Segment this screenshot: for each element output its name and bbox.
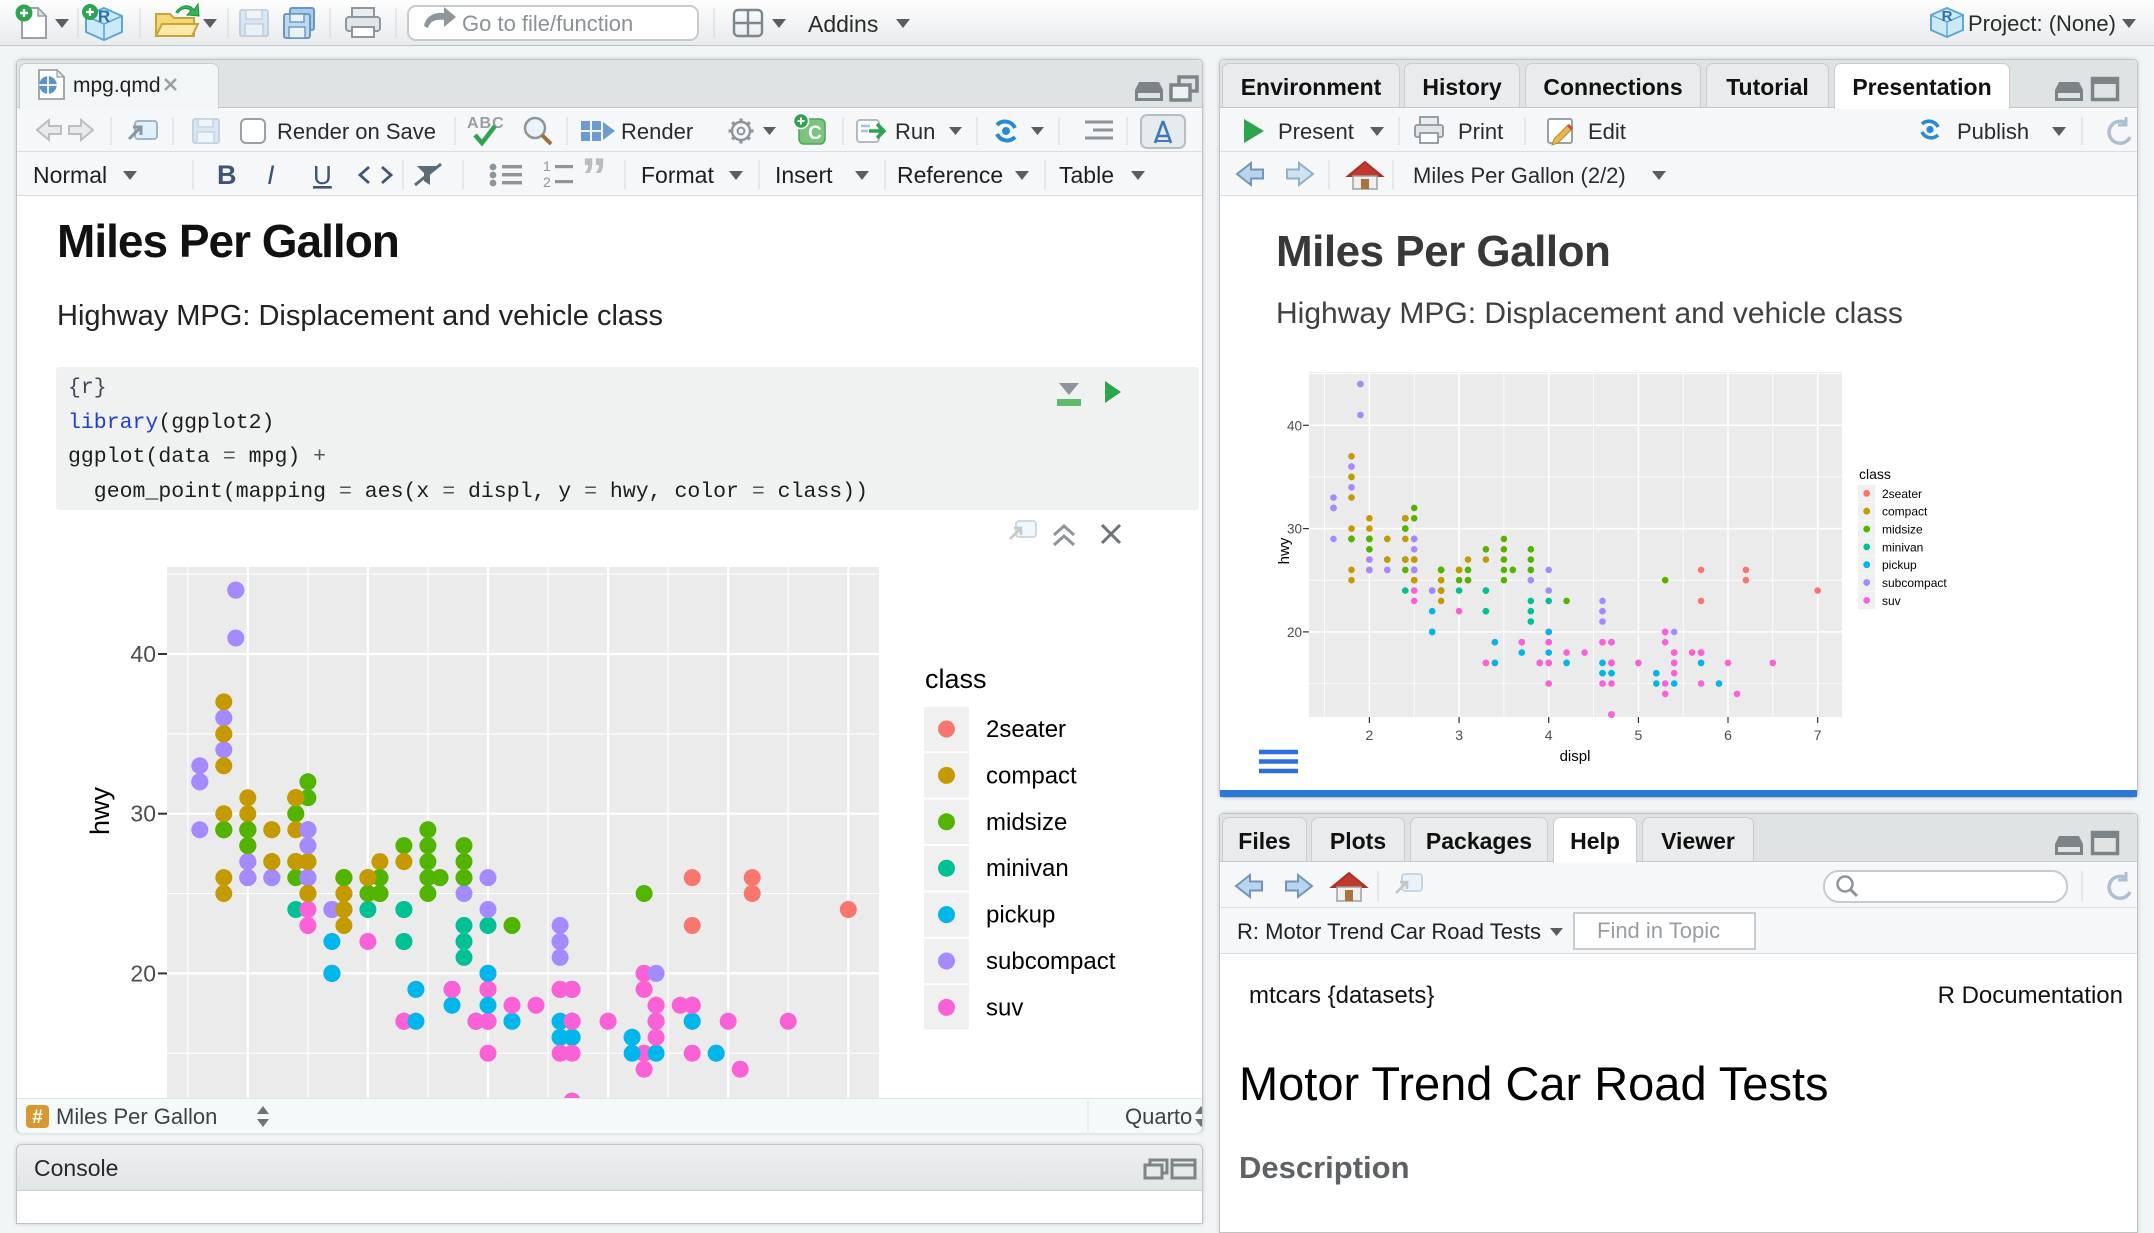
svg-text:Run: Run — [895, 119, 935, 144]
svg-text:ABC: ABC — [467, 115, 505, 132]
svg-text:minivan: minivan — [1882, 540, 1923, 554]
svg-text:hwy: hwy — [1276, 537, 1293, 564]
svg-text:Normal: Normal — [33, 162, 107, 188]
svg-text:”: ” — [581, 152, 607, 196]
svg-text:20: 20 — [130, 960, 156, 986]
svg-text:compact: compact — [986, 762, 1077, 789]
svg-text:Project: (None): Project: (None) — [1968, 11, 2116, 36]
svg-text:30: 30 — [1287, 522, 1302, 537]
svg-text:mpg.qmd: mpg.qmd — [73, 74, 161, 97]
svg-text:Reference: Reference — [897, 162, 1003, 188]
svg-text:Go to file/function: Go to file/function — [462, 11, 633, 36]
svg-text:class: class — [1859, 466, 1891, 482]
svg-text:hwy: hwy — [85, 786, 115, 835]
svg-text:Render: Render — [621, 119, 693, 144]
svg-text:2seater: 2seater — [1882, 487, 1922, 501]
svg-text:2: 2 — [1366, 727, 1374, 743]
svg-text:I: I — [267, 160, 275, 190]
svg-text:C: C — [808, 123, 822, 144]
svg-text:20: 20 — [1287, 625, 1302, 640]
svg-text:40: 40 — [130, 641, 156, 667]
svg-text:pickup: pickup — [986, 902, 1055, 929]
svg-text:Present: Present — [1278, 119, 1354, 144]
svg-text:displ: displ — [1560, 748, 1591, 765]
svg-text:minivan: minivan — [986, 855, 1069, 882]
svg-text:Print: Print — [1458, 119, 1503, 144]
svg-text:R: Motor Trend Car Road Tests: R: Motor Trend Car Road Tests — [1237, 919, 1541, 944]
svg-text:subcompact: subcompact — [1882, 576, 1947, 590]
svg-text:class: class — [925, 664, 987, 694]
svg-text:Addins: Addins — [808, 11, 878, 37]
svg-text:40: 40 — [1287, 418, 1302, 433]
svg-text:suv: suv — [986, 994, 1023, 1021]
svg-text:suv: suv — [1882, 594, 1901, 608]
svg-text:R: R — [98, 7, 110, 26]
svg-text:Insert: Insert — [775, 162, 833, 188]
svg-text:2: 2 — [543, 174, 551, 190]
svg-text:Edit: Edit — [1588, 119, 1626, 144]
svg-text:#: # — [32, 1107, 43, 1128]
svg-text:2seater: 2seater — [986, 716, 1066, 743]
svg-text:midsize: midsize — [1882, 523, 1923, 537]
svg-text:U: U — [313, 160, 332, 190]
svg-text:R: R — [1942, 8, 1953, 25]
svg-text:4: 4 — [1545, 727, 1553, 743]
svg-text:B: B — [217, 160, 237, 190]
svg-text:5: 5 — [1635, 727, 1643, 743]
svg-text:6: 6 — [1724, 727, 1732, 743]
svg-text:Render on Save: Render on Save — [277, 119, 436, 144]
svg-text:Table: Table — [1059, 162, 1114, 188]
svg-text:pickup: pickup — [1882, 558, 1917, 572]
svg-text:Miles Per Gallon (2/2): Miles Per Gallon (2/2) — [1413, 163, 1626, 188]
svg-text:Publish: Publish — [1957, 119, 2029, 144]
svg-text:30: 30 — [130, 801, 156, 827]
svg-text:Quarto: Quarto — [1125, 1104, 1192, 1129]
svg-text:subcompact: subcompact — [986, 948, 1116, 975]
svg-text:7: 7 — [1814, 727, 1822, 743]
svg-text:midsize: midsize — [986, 809, 1067, 836]
svg-text:3: 3 — [1455, 727, 1463, 743]
svg-text:Miles Per Gallon: Miles Per Gallon — [56, 1104, 217, 1129]
svg-text:1: 1 — [543, 158, 551, 174]
svg-text:compact: compact — [1882, 505, 1928, 519]
svg-text:Find in Topic: Find in Topic — [1597, 918, 1720, 943]
svg-text:Format: Format — [641, 162, 714, 188]
